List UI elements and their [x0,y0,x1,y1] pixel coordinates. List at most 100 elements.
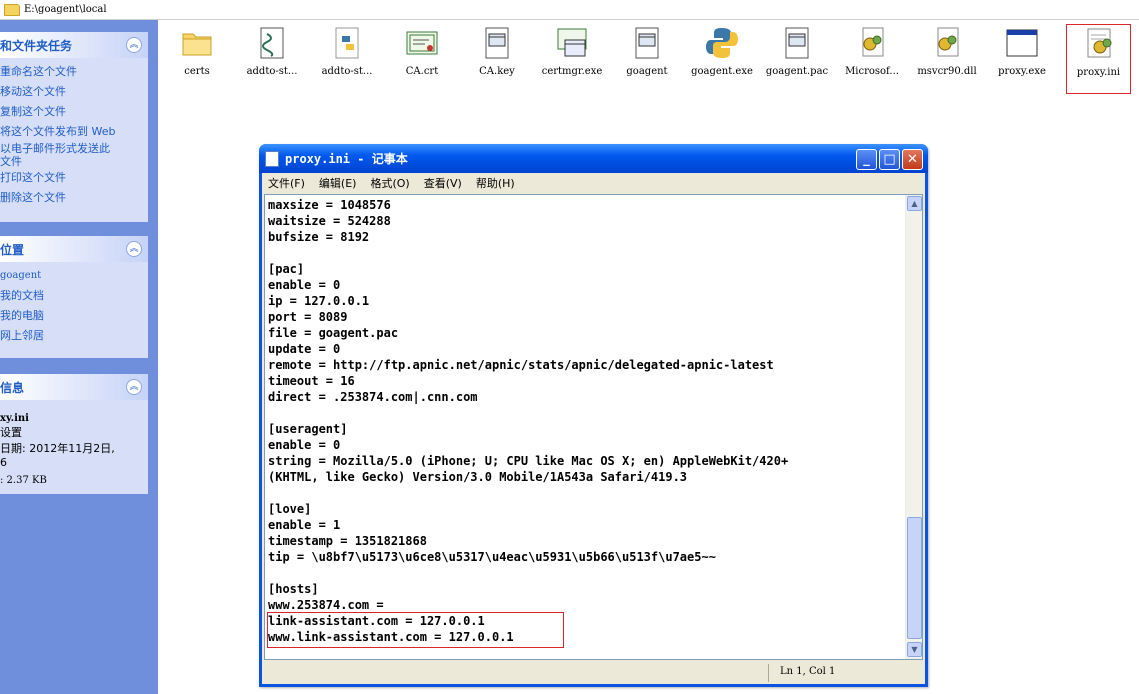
text-line: enable = 0 [268,438,341,452]
place-goagent[interactable]: goagent [0,266,148,286]
text-line: tip = \u8bf7\u5173\u6ce8\u5317\u4eac\u59… [268,550,716,564]
text-line: [hosts] [268,582,319,596]
file-item[interactable]: addto-st... [310,24,384,96]
task-publish-web[interactable]: 将这个文件发布到 Web [0,122,148,142]
file-label: addto-st... [321,66,373,77]
place-my-computer[interactable]: 我的电脑 [0,306,148,326]
file-item[interactable]: goagent.exe [685,24,759,96]
details-size: : 2.37 KB [0,475,47,486]
task-email-cont[interactable]: 文件 [0,155,148,168]
file-item[interactable]: msvcr90.dll [910,24,984,96]
file-item[interactable]: goagent [610,24,684,96]
python-file-icon [335,27,359,59]
text-line: file = goagent.pac [268,326,399,340]
other-places-header[interactable]: 位置 ︽ [0,236,148,262]
notepad-titlebar[interactable]: proxy.ini - 记事本 _ □ ✕ [259,144,928,173]
status-divider [768,664,769,682]
cursor-position: Ln 1, Col 1 [780,666,836,677]
text-editor[interactable]: maxsize = 1048576 waitsize = 524288 bufs… [264,194,923,660]
file-label: CA.key [479,66,515,77]
address-path: E:\goagent\local [24,4,107,15]
scroll-up-button[interactable]: ▲ [907,196,922,211]
text-line: direct = .253874.com|.cnn.com [268,390,478,404]
vertical-scrollbar[interactable]: ▲ ▼ [905,195,922,659]
menu-bar: 文件(F) 编辑(E) 格式(O) 查看(V) 帮助(H) [262,173,925,193]
details-date-cont: 6 [0,456,7,469]
file-label: certs [184,66,210,77]
menu-view[interactable]: 查看(V) [424,175,462,191]
file-item[interactable]: proxy.exe [985,24,1059,96]
text-line: bufsize = 8192 [268,230,370,244]
details-header[interactable]: 信息 ︽ [0,374,148,400]
file-item-selected[interactable]: proxy.ini [1066,24,1131,94]
certificate-icon [406,31,438,55]
text-line: [pac] [268,262,305,276]
python-icon [706,28,738,58]
text-line: maxsize = 1048576 [268,198,391,212]
folder-icon [4,3,20,16]
window-icon [1006,29,1038,57]
address-bar[interactable]: E:\goagent\local [0,0,1139,20]
text-line: enable = 1 [268,518,341,532]
file-label: msvcr90.dll [917,66,977,77]
file-item[interactable]: certs [160,24,234,96]
text-line: port = 8089 [268,310,348,324]
task-delete[interactable]: 删除这个文件 [0,188,148,208]
file-item[interactable]: CA.crt [385,24,459,96]
chevron-up-icon[interactable]: ︽ [126,379,142,395]
minimize-button[interactable]: _ [856,149,877,170]
menu-format[interactable]: 格式(O) [370,175,409,191]
text-line: [useragent] [268,422,348,436]
pac-file-icon [785,27,809,59]
file-icon [635,27,659,59]
certmgr-icon [557,28,587,57]
dll-icon [937,27,959,57]
file-item[interactable]: CA.key [460,24,534,96]
file-label: CA.crt [405,66,439,77]
file-item[interactable]: Microsof... [835,24,909,96]
chevron-up-icon[interactable]: ︽ [126,37,142,53]
text-line [268,405,788,421]
folder-icon [182,33,212,56]
task-email[interactable]: 以电子邮件形式发送此 [0,142,148,155]
task-move[interactable]: 移动这个文件 [0,82,148,102]
file-item[interactable]: goagent.pac [760,24,834,96]
notepad-title: proxy.ini - 记事本 [285,152,408,166]
close-button[interactable]: ✕ [902,149,923,170]
text-line: timestamp = 1351821868 [268,534,427,548]
maximize-button[interactable]: □ [879,149,900,170]
task-rename[interactable]: 重命名这个文件 [0,62,148,82]
explorer-window: E:\goagent\local 和文件夹任务 ︽ 重命名这个文件 移动这个文件… [0,0,1139,694]
menu-file[interactable]: 文件(F) [268,175,305,191]
place-network[interactable]: 网上邻居 [0,326,148,346]
text-line: www.253874.com = [268,598,384,612]
place-my-documents[interactable]: 我的文档 [0,286,148,306]
hosts-highlight-box [267,612,564,648]
other-places-group: 位置 ︽ goagent 我的文档 我的电脑 网上邻居 [0,236,148,358]
file-tasks-header[interactable]: 和文件夹任务 ︽ [0,32,148,58]
task-print[interactable]: 打印这个文件 [0,168,148,188]
task-copy[interactable]: 复制这个文件 [0,102,148,122]
text-content: maxsize = 1048576 waitsize = 524288 bufs… [268,197,788,645]
file-label: addto-st... [246,66,298,77]
text-line: [love] [268,502,312,516]
file-item[interactable]: certmgr.exe [535,24,609,96]
task-pane: 和文件夹任务 ︽ 重命名这个文件 移动这个文件 复制这个文件 将这个文件发布到 … [0,20,158,694]
chevron-up-icon[interactable]: ︽ [126,241,142,257]
file-label: proxy.exe [998,66,1046,77]
menu-edit[interactable]: 编辑(E) [319,175,357,191]
key-file-icon [485,27,509,59]
file-item[interactable]: addto-st... [235,24,309,96]
menu-help[interactable]: 帮助(H) [476,175,515,191]
text-line [268,245,788,261]
details-filename: xy.ini [0,413,29,424]
file-label: goagent [626,66,668,77]
notepad-window: proxy.ini - 记事本 _ □ ✕ 文件(F) 编辑(E) 格式(O) … [259,144,928,687]
gear-file-icon [862,27,884,57]
text-line [268,485,788,501]
text-line: ip = 127.0.0.1 [268,294,370,308]
scroll-thumb[interactable] [907,517,922,639]
details-title: 信息 [0,380,25,395]
file-tasks-title: 和文件夹任务 [0,38,73,53]
scroll-down-button[interactable]: ▼ [907,642,922,657]
